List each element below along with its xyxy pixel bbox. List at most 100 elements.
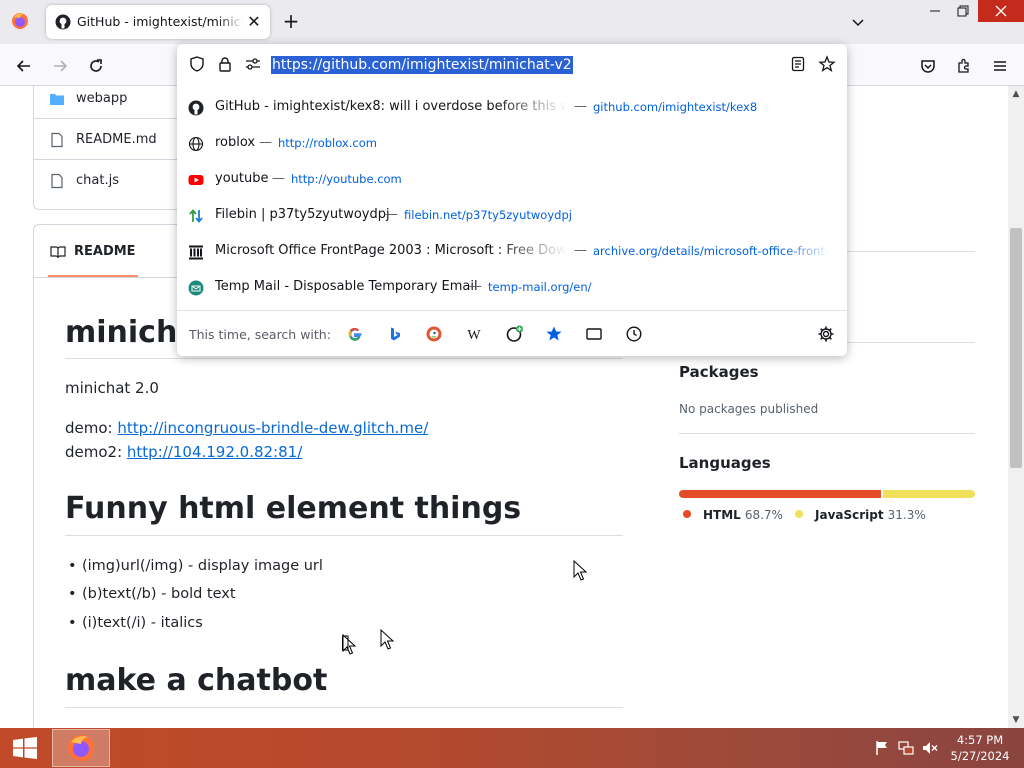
history-icon[interactable]: [624, 324, 644, 344]
readme-tab-label: README: [74, 244, 136, 259]
reload-button[interactable]: [82, 52, 110, 80]
new-tab-button[interactable]: +: [280, 10, 302, 32]
demo2-link[interactable]: http://104.192.0.82:81/: [127, 443, 302, 461]
divider: [65, 707, 623, 708]
close-icon: [995, 5, 1007, 17]
packages-heading[interactable]: Packages: [679, 363, 759, 381]
url-input-row[interactable]: https://github.com/imightexist/minichat-…: [177, 44, 847, 86]
start-button[interactable]: [0, 728, 50, 768]
suggestion-separator: —: [574, 99, 587, 114]
suggestion-url: http://youtube.com: [291, 172, 402, 186]
back-button[interactable]: [10, 52, 38, 80]
window-close-button[interactable]: [978, 0, 1024, 22]
duckduckgo-icon[interactable]: [424, 324, 444, 344]
github-add-icon[interactable]: [505, 324, 525, 344]
scroll-down-arrow-icon[interactable]: ▼: [1008, 712, 1024, 728]
bing-icon[interactable]: [385, 324, 405, 344]
language-name: HTML: [703, 508, 741, 522]
youtube-icon: [188, 175, 204, 185]
window-minimize-button[interactable]: [920, 0, 950, 22]
suggestion-row[interactable]: Temp Mail - Disposable Temporary Email —…: [177, 270, 847, 306]
demo-label: demo:: [65, 419, 118, 437]
suggestion-row[interactable]: Filebin | p37ty5zyutwoydpj — filebin.net…: [177, 198, 847, 234]
language-bar: [679, 490, 975, 498]
archive-icon: [189, 245, 203, 260]
suggestion-title: roblox: [215, 135, 256, 150]
language-item-html[interactable]: HTML 68.7%: [683, 508, 783, 522]
tracking-protection-shield-icon[interactable]: [188, 55, 206, 73]
suggestion-separator: —: [385, 207, 398, 222]
pocket-icon: [921, 60, 935, 73]
page-scrollbar[interactable]: ▲ ▼: [1008, 86, 1024, 728]
filebin-icon: [189, 209, 203, 223]
bing-logo: [391, 327, 400, 341]
search-engines-row: This time, search with: W: [177, 310, 847, 356]
window-restore-button[interactable]: [948, 0, 978, 22]
taskbar-clock[interactable]: 4:57 PM 5/27/2024: [946, 732, 1014, 764]
tabs-icon[interactable]: [584, 324, 604, 344]
bookmark-star-icon[interactable]: [818, 55, 836, 73]
language-percent: 31.3%: [887, 508, 926, 522]
svg-text:W: W: [467, 328, 481, 342]
suggestion-row[interactable]: Microsoft Office FrontPage 2003 : Micros…: [177, 234, 847, 270]
forward-arrow-icon: [54, 60, 68, 72]
suggestion-row[interactable]: GitHub - imightexist/kex8: will i overdo…: [177, 90, 847, 126]
firefox-view-icon[interactable]: [10, 11, 30, 31]
demo-line: demo: http://incongruous-brindle-dew.gli…: [65, 419, 428, 437]
wikipedia-logo: W: [467, 328, 481, 342]
browser-tab[interactable]: GitHub - imightexist/minichat-v2 ✕: [46, 5, 270, 39]
demo2-label: demo2:: [65, 443, 127, 461]
suggestion-row[interactable]: roblox — http://roblox.com: [177, 126, 847, 162]
flag-icon[interactable]: [874, 740, 890, 756]
browser-tab-bar: GitHub - imightexist/minichat-v2 ✕ +: [0, 0, 1024, 44]
app-menu-button[interactable]: [986, 52, 1014, 80]
busy-cursor-icon: [342, 634, 357, 655]
language-item-javascript[interactable]: JavaScript 31.3%: [795, 508, 926, 522]
extensions-button[interactable]: [950, 52, 978, 80]
file-name[interactable]: README.md: [76, 132, 157, 147]
gear-icon[interactable]: [817, 325, 835, 343]
reload-icon: [90, 59, 102, 72]
wikipedia-icon[interactable]: W: [464, 324, 484, 344]
scroll-thumb[interactable]: [1010, 228, 1022, 468]
taskbar-firefox-button[interactable]: [52, 729, 110, 767]
suggestion-row[interactable]: youtube — http://youtube.com: [177, 162, 847, 198]
suggestion-separator: —: [272, 171, 285, 186]
reader-view-icon[interactable]: [789, 55, 807, 73]
suggestion-separator: —: [469, 279, 482, 294]
pocket-button[interactable]: [914, 52, 942, 80]
file-icon: [51, 132, 63, 148]
readme-tab[interactable]: README: [48, 225, 138, 277]
tabs-search-icon: [586, 328, 602, 340]
demo-link[interactable]: http://incongruous-brindle-dew.glitch.me…: [117, 419, 428, 437]
bookmarks-icon[interactable]: [544, 324, 564, 344]
urlbar-dropdown: https://github.com/imightexist/minichat-…: [177, 44, 847, 356]
file-name[interactable]: webapp: [76, 91, 127, 106]
volume-muted-icon[interactable]: [922, 740, 938, 756]
puzzle-icon: [958, 58, 969, 73]
suggestion-separator: —: [259, 135, 272, 150]
lock-icon[interactable]: [216, 55, 234, 73]
globe-icon: [188, 136, 204, 152]
google-icon[interactable]: [345, 324, 365, 344]
network-icon[interactable]: [898, 740, 914, 756]
file-name[interactable]: chat.js: [76, 173, 119, 188]
list-item: (i)text(/i) - italics: [68, 615, 203, 631]
list-all-tabs-icon[interactable]: [848, 12, 868, 32]
language-color-dot: [795, 510, 803, 518]
tab-close-button[interactable]: ✕: [244, 12, 264, 32]
language-name: JavaScript: [815, 508, 884, 522]
restore-icon: [957, 5, 969, 17]
forward-button[interactable]: [46, 52, 74, 80]
duckduckgo-logo: [426, 326, 442, 342]
url-input[interactable]: https://github.com/imightexist/minichat-…: [271, 56, 573, 74]
search-with-label: This time, search with:: [189, 327, 331, 342]
bookmark-star-filled-icon: [546, 326, 562, 341]
mouse-cursor-icon: [380, 629, 394, 650]
scroll-up-arrow-icon[interactable]: ▲: [1008, 86, 1024, 102]
suggestion-url: http://roblox.com: [278, 136, 377, 150]
permissions-icon[interactable]: [244, 55, 262, 73]
suggestion-title: Filebin | p37ty5zyutwoydpj: [215, 207, 390, 222]
suggestion-title: GitHub - imightexist/kex8: will i overdo…: [215, 99, 567, 114]
languages-heading: Languages: [679, 454, 771, 472]
